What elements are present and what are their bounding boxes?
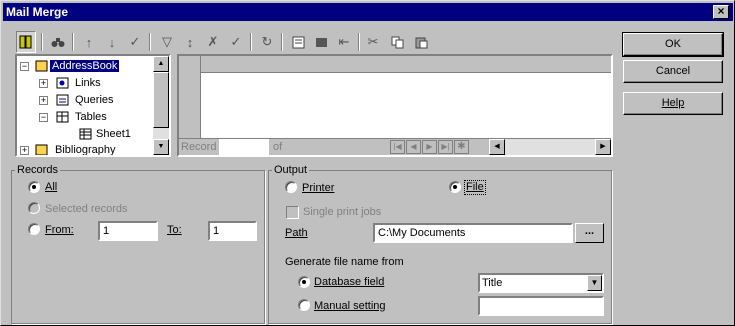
apply-filter-icon[interactable]: ✓ xyxy=(226,31,246,53)
grid-corner xyxy=(179,56,201,73)
scroll-up-icon[interactable]: ▲ xyxy=(153,56,169,72)
printer-radio[interactable] xyxy=(285,181,297,193)
help-label: Help xyxy=(661,97,685,109)
sort-ascending-icon[interactable]: ↑ xyxy=(79,31,99,53)
cut-icon[interactable]: ✂ xyxy=(363,31,383,53)
insert-column-icon[interactable]: ⇤ xyxy=(334,31,354,53)
expand-icon[interactable]: + xyxy=(39,79,48,88)
expand-icon[interactable]: + xyxy=(39,96,48,105)
refresh-icon[interactable]: ↻ xyxy=(257,31,277,53)
tree-item-bibliography[interactable]: Bibliography xyxy=(55,142,116,155)
path-field[interactable]: C:\My Documents xyxy=(373,223,573,243)
sort-descending-icon[interactable]: ↓ xyxy=(102,31,122,53)
chevron-down-icon[interactable]: ▼ xyxy=(587,275,602,291)
grid-hscrollbar[interactable]: ◀ ▶ xyxy=(489,139,611,155)
row-header xyxy=(179,73,201,138)
records-legend: Records xyxy=(15,164,60,176)
file-radio[interactable] xyxy=(449,181,461,193)
prev-record-icon[interactable]: ◀ xyxy=(406,140,421,154)
database-field-label[interactable]: Database field xyxy=(314,276,384,289)
manual-setting-field[interactable] xyxy=(478,296,604,316)
mail-merge-dialog: Mail Merge × ↑ ↓ ✓ ▽ ↕ ✗ ✓ ↻ ⇤ ✂ OK Canc… xyxy=(0,0,735,326)
browse-button[interactable]: ... xyxy=(575,223,604,243)
selected-records-radio[interactable] xyxy=(28,202,40,214)
database-field-radio[interactable] xyxy=(298,276,310,288)
queries-icon xyxy=(55,93,69,106)
next-record-icon[interactable]: ▶ xyxy=(422,140,437,154)
table-icon[interactable] xyxy=(311,31,331,53)
to-field[interactable]: 1 xyxy=(208,221,257,241)
first-record-icon[interactable]: |◀ xyxy=(390,140,405,154)
window-title: Mail Merge xyxy=(6,5,69,19)
tree-item-links[interactable]: Links xyxy=(75,75,101,91)
paste-icon[interactable] xyxy=(411,31,431,53)
filter-icon[interactable]: ▽ xyxy=(157,31,177,53)
file-label[interactable]: File xyxy=(464,180,486,195)
single-print-jobs-label: Single print jobs xyxy=(303,206,382,218)
scroll-left-icon[interactable]: ◀ xyxy=(489,139,505,155)
from-label: From: xyxy=(45,224,74,236)
all-radio[interactable] xyxy=(28,181,40,193)
toolbar-separator xyxy=(149,33,151,51)
collapse-icon[interactable]: − xyxy=(39,113,48,122)
from-radio[interactable] xyxy=(28,223,40,235)
cancel-button[interactable]: Cancel xyxy=(623,60,723,83)
database-icon xyxy=(34,143,48,155)
form-icon[interactable] xyxy=(288,31,308,53)
generate-label: Generate file name from xyxy=(285,256,404,268)
manual-setting-radio[interactable] xyxy=(298,299,310,311)
toolbar-separator xyxy=(41,33,43,51)
toolbar-separator xyxy=(281,33,283,51)
grid-header xyxy=(179,56,611,73)
output-legend: Output xyxy=(272,164,310,176)
last-record-icon[interactable]: ▶| xyxy=(438,140,453,154)
table-icon xyxy=(78,127,92,140)
all-label[interactable]: All xyxy=(45,181,57,194)
database-field-value: Title xyxy=(482,277,503,289)
expand-icon[interactable]: + xyxy=(20,146,29,155)
copy-icon[interactable] xyxy=(387,31,407,53)
sort-icon[interactable]: ↕ xyxy=(180,31,200,53)
record-navigator: Record of |◀ ◀ ▶ ▶| ✱ ◀ ▶ xyxy=(179,138,611,155)
selected-records-label: Selected records xyxy=(45,203,128,215)
tree-item-label: AddressBook xyxy=(50,60,120,72)
links-icon xyxy=(55,76,69,89)
collapse-icon[interactable]: − xyxy=(20,62,29,71)
tree-item-sheet1[interactable]: Sheet1 xyxy=(96,126,131,142)
data-grid[interactable]: Record of |◀ ◀ ▶ ▶| ✱ ◀ ▶ xyxy=(177,54,613,157)
title-bar: Mail Merge xyxy=(3,3,733,21)
datasource-tree: − AddressBook + Links + Queries − Tables… xyxy=(15,54,171,157)
database-icon xyxy=(34,59,48,72)
single-print-jobs-checkbox[interactable] xyxy=(286,206,299,219)
tree-scrollbar[interactable]: ▲ ▼ xyxy=(153,56,169,155)
manual-setting-label[interactable]: Manual setting xyxy=(314,300,386,313)
binoculars-icon[interactable] xyxy=(48,31,68,53)
tree-item-queries[interactable]: Queries xyxy=(75,92,114,108)
scroll-thumb[interactable] xyxy=(153,72,169,128)
database-field-select[interactable]: Title ▼ xyxy=(478,273,604,293)
remove-filter-icon[interactable]: ✗ xyxy=(203,31,223,53)
scroll-right-icon[interactable]: ▶ xyxy=(595,139,611,155)
printer-label[interactable]: Printer xyxy=(302,182,334,195)
record-number-input[interactable] xyxy=(219,139,269,155)
tables-icon xyxy=(55,110,69,123)
toolbar-separator xyxy=(358,33,360,51)
database-icon[interactable] xyxy=(16,31,36,53)
toolbar-separator xyxy=(250,33,252,51)
tree-item-addressbook[interactable]: AddressBook xyxy=(50,58,120,74)
path-label: Path xyxy=(285,227,308,239)
of-label: of xyxy=(273,141,283,153)
autofilter-icon[interactable]: ✓ xyxy=(125,31,145,53)
record-label: Record xyxy=(181,141,217,153)
tree-item-tables[interactable]: Tables xyxy=(75,109,107,125)
close-icon[interactable]: × xyxy=(713,5,729,19)
help-button[interactable]: Help xyxy=(623,92,723,115)
new-record-icon[interactable]: ✱ xyxy=(454,140,469,154)
scroll-down-icon[interactable]: ▼ xyxy=(153,139,169,155)
from-field[interactable]: 1 xyxy=(98,221,158,241)
ok-button[interactable]: OK xyxy=(622,32,724,57)
toolbar-separator xyxy=(72,33,74,51)
to-label: To: xyxy=(167,224,182,236)
